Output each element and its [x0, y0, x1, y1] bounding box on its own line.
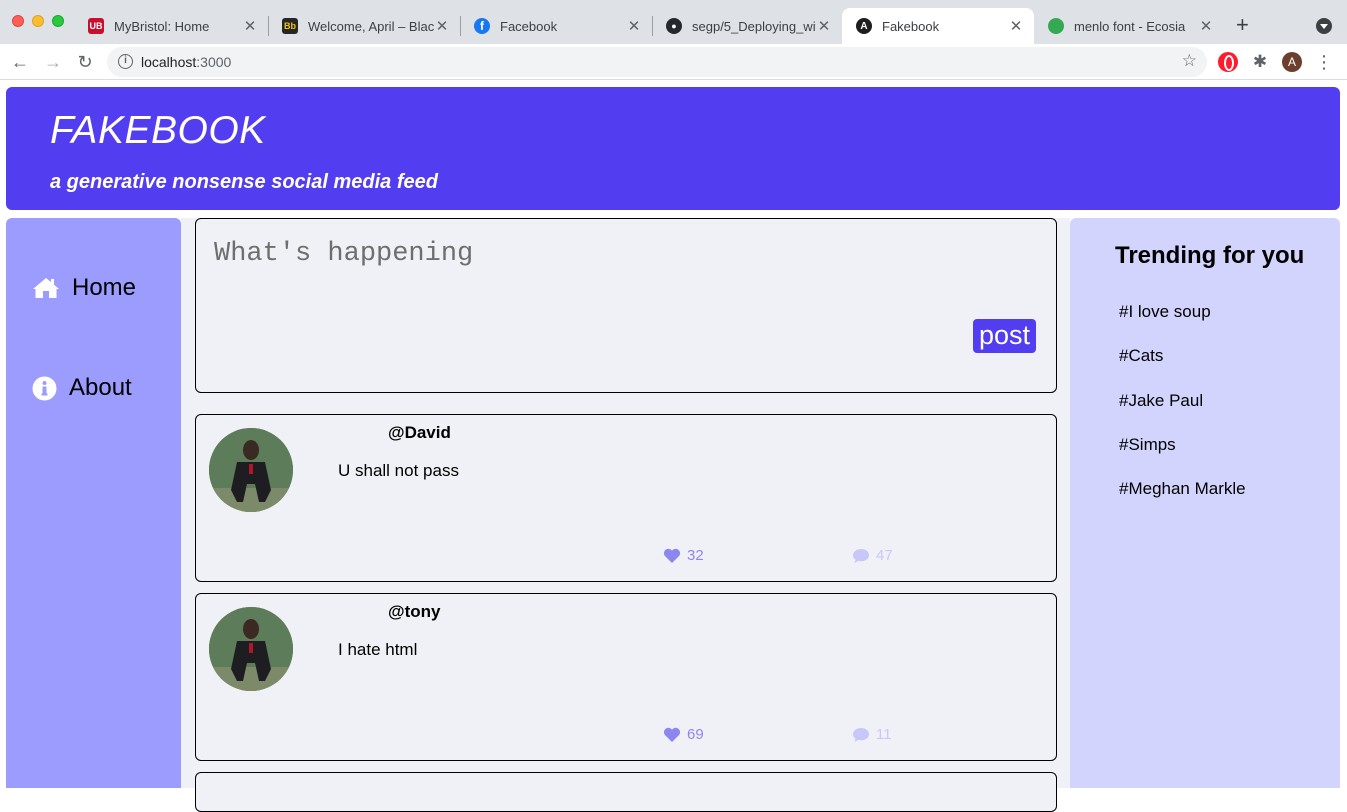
sidebar-item-label: About	[69, 374, 132, 401]
comment-count: 47	[876, 547, 893, 564]
trending-panel: Trending for you #I love soup #Cats #Jak…	[1070, 218, 1340, 788]
close-window-button[interactable]	[12, 15, 24, 27]
home-icon	[33, 278, 59, 298]
tab-title: segp/5_Deploying_wit	[692, 18, 816, 34]
browser-tab-strip: UB MyBristol: Home ✕ Bb Welcome, April –…	[0, 0, 1347, 44]
trending-topic[interactable]: #Jake Paul	[1119, 391, 1203, 411]
address-bar[interactable]: i localhost:3000 ☆	[107, 47, 1207, 77]
like-count: 69	[687, 726, 704, 743]
composer-input[interactable]: What's happening	[214, 239, 473, 269]
close-tab-icon[interactable]: ✕	[816, 17, 832, 35]
browser-tab[interactable]: Bb Welcome, April – Black ✕	[268, 8, 460, 44]
close-tab-icon[interactable]: ✕	[242, 17, 258, 35]
trending-heading: Trending for you	[1115, 242, 1305, 269]
tab-title: Facebook	[500, 18, 558, 34]
avatar[interactable]	[209, 607, 293, 691]
post-text: U shall not pass	[338, 461, 459, 480]
site-brand: FAKEBOOK	[50, 109, 266, 152]
sidebar-item-about[interactable]: About	[32, 374, 132, 402]
reload-icon[interactable]: ↻	[73, 50, 97, 74]
github-icon: ●	[666, 18, 682, 34]
mybristol-icon: UB	[88, 18, 104, 34]
browser-menu-icon[interactable]: ⋮	[1314, 52, 1334, 72]
left-sidebar: Home About	[6, 218, 181, 788]
heart-icon	[663, 548, 681, 563]
site-header: FAKEBOOK a generative nonsense social me…	[6, 87, 1340, 210]
comment-icon	[853, 548, 869, 563]
close-tab-icon[interactable]: ✕	[434, 17, 450, 35]
post-handle[interactable]: @David	[388, 423, 451, 443]
trending-topic[interactable]: #Cats	[1119, 346, 1163, 366]
trending-topic[interactable]: #Meghan Markle	[1119, 479, 1246, 499]
url-text[interactable]: localhost:3000	[141, 54, 231, 70]
forward-arrow-icon[interactable]: →	[41, 50, 65, 74]
comment-icon	[853, 727, 869, 742]
like-button[interactable]: 32	[663, 547, 704, 564]
post-composer[interactable]: What's happening post	[195, 218, 1057, 393]
avatar-image	[209, 607, 293, 691]
facebook-icon: f	[474, 18, 490, 34]
url-host: localhost	[141, 54, 197, 70]
like-button[interactable]: 69	[663, 726, 704, 743]
maximize-window-button[interactable]	[52, 15, 64, 27]
close-tab-icon[interactable]: ✕	[1198, 17, 1214, 35]
back-arrow-icon[interactable]: ←	[8, 50, 32, 74]
opera-extension-icon[interactable]	[1218, 52, 1238, 72]
info-icon	[32, 376, 57, 400]
sidebar-item-home[interactable]: Home	[32, 274, 136, 302]
browser-tab[interactable]: UB MyBristol: Home ✕	[74, 8, 268, 44]
heart-icon	[663, 727, 681, 742]
post-card: @tony I hate html 69 11	[195, 593, 1057, 761]
tab-title: Welcome, April – Black	[308, 18, 434, 34]
close-tab-icon[interactable]: ✕	[1008, 17, 1024, 35]
trending-topic[interactable]: #I love soup	[1119, 302, 1211, 322]
site-tagline: a generative nonsense social media feed	[50, 171, 438, 193]
url-port: :3000	[196, 54, 232, 70]
tab-search-button[interactable]	[1316, 18, 1332, 34]
browser-tab-active[interactable]: A Fakebook ✕	[842, 8, 1034, 44]
comment-button[interactable]: 11	[852, 726, 892, 743]
extensions-puzzle-icon[interactable]: ✱	[1250, 52, 1270, 72]
sidebar-item-label: Home	[72, 274, 137, 301]
feed-column: What's happening post @David U shall not…	[181, 218, 1070, 812]
angular-icon: A	[856, 18, 872, 34]
tab-title: Fakebook	[882, 18, 940, 34]
tab-title: menlo font - Ecosia	[1074, 18, 1186, 34]
trending-topic[interactable]: #Simps	[1119, 435, 1176, 455]
post-card-partial	[195, 772, 1057, 812]
close-tab-icon[interactable]: ✕	[626, 17, 642, 35]
ecosia-icon	[1048, 18, 1064, 34]
like-count: 32	[687, 547, 704, 564]
browser-toolbar: ← → ↻ i localhost:3000 ☆ ✱ A ⋮	[0, 44, 1347, 80]
bookmark-star-icon[interactable]: ☆	[1182, 51, 1197, 71]
post-handle[interactable]: @tony	[388, 602, 440, 622]
browser-tab[interactable]: menlo font - Ecosia ✕	[1034, 8, 1224, 44]
browser-tab[interactable]: ● segp/5_Deploying_wit ✕	[652, 8, 842, 44]
post-card: @David U shall not pass 32 47	[195, 414, 1057, 582]
fakebook-page: FAKEBOOK a generative nonsense social me…	[0, 81, 1347, 812]
blackboard-icon: Bb	[282, 18, 298, 34]
browser-tab[interactable]: f Facebook ✕	[460, 8, 652, 44]
site-info-icon[interactable]: i	[118, 54, 133, 69]
comment-count: 11	[876, 726, 892, 743]
new-tab-button[interactable]: +	[1236, 14, 1249, 36]
tab-title: MyBristol: Home	[114, 18, 210, 34]
post-button[interactable]: post	[972, 319, 1036, 353]
comment-button[interactable]: 47	[852, 547, 893, 564]
avatar[interactable]	[209, 428, 293, 512]
avatar-image	[209, 428, 293, 512]
minimize-window-button[interactable]	[32, 15, 44, 27]
profile-avatar[interactable]: A	[1282, 52, 1302, 72]
post-text: I hate html	[338, 640, 418, 659]
